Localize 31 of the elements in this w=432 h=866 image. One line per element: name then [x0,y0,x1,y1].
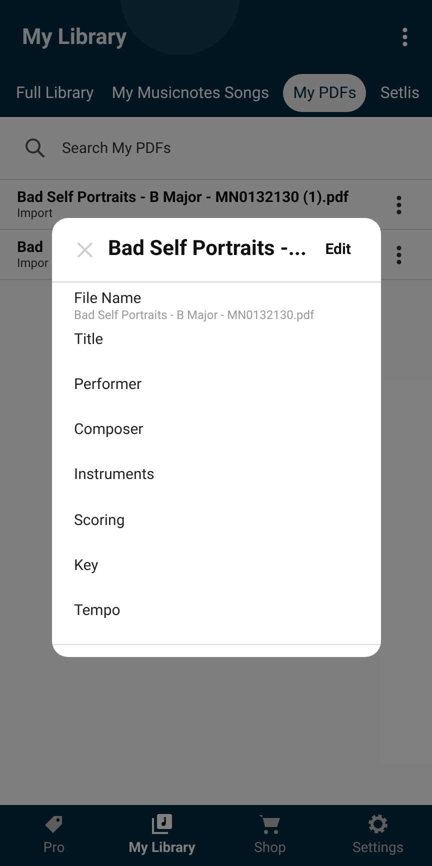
field-label: Tempo [74,600,122,620]
field-label: File Name [74,288,142,308]
file-subtitle: Import [17,206,54,222]
nav-item[interactable]: Pro [0,812,108,859]
edit-button[interactable]: Edit [325,238,351,261]
field-label: Scoring [74,510,126,530]
nav-item[interactable]: My Library [108,812,216,859]
header-title: My Library [22,24,127,52]
field-label: Instruments [74,464,156,484]
cart-icon [258,812,282,836]
more-icon[interactable] [396,244,402,264]
nav-item[interactable]: Settings [324,812,432,859]
field-label: Key [74,554,100,574]
settings-icon [366,812,390,836]
file-name[interactable]: Bad Self Portraits - B Major - MN0132130 (1).pdf [17,188,396,206]
library-tab[interactable]: My Musicnotes Songs [108,74,274,112]
more-icon[interactable] [396,194,402,214]
more-icon[interactable] [402,27,408,47]
library-icon [150,812,174,836]
library-tab[interactable]: Setlis [376,74,424,112]
field-value: Bad Self Portraits - B Major - MN0132130.pdf [74,308,316,323]
field-label: Performer [74,374,143,394]
library-tab[interactable]: Full Library [12,74,98,112]
field-label: Title [74,328,104,349]
dialog-title: Bad Self Portraits -... [108,236,307,263]
nav-item[interactable]: Shop [216,812,324,859]
file-subtitle: Impor [17,256,50,272]
search-icon [24,137,46,159]
search-field[interactable]: Search My PDFs [0,117,432,180]
library-tab[interactable]: My PDFs [283,74,366,112]
field-label: Composer [74,419,144,440]
